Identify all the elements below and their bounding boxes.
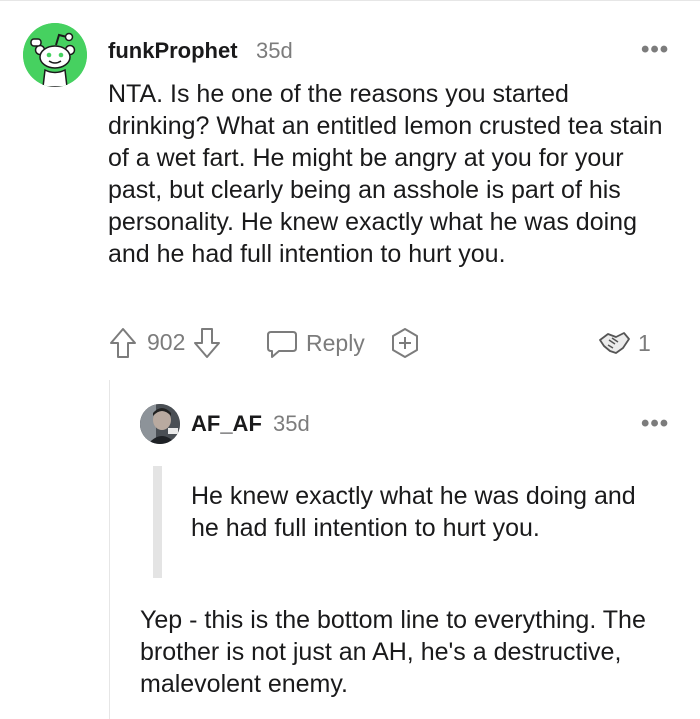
upvote-button[interactable] bbox=[108, 326, 138, 360]
reply-avatar[interactable] bbox=[140, 404, 180, 444]
handshake-award-icon bbox=[599, 332, 630, 354]
thread-line[interactable] bbox=[109, 380, 110, 719]
upvote-arrow-icon bbox=[110, 328, 136, 358]
comment-age: 35d bbox=[256, 38, 293, 63]
comment-username[interactable]: funkProphet bbox=[108, 38, 238, 64]
award-plus-icon bbox=[392, 328, 418, 358]
award-button[interactable] bbox=[388, 326, 422, 360]
reply-quote: He knew exactly what he was doing and he… bbox=[191, 482, 636, 542]
vote-count: 902 bbox=[147, 329, 186, 355]
user-photo-icon bbox=[140, 404, 180, 444]
reply-button[interactable]: Reply bbox=[265, 326, 365, 360]
top-divider bbox=[0, 0, 700, 1]
reddit-snoo-icon bbox=[23, 23, 87, 87]
comment-body: NTA. Is he one of the reasons you starte… bbox=[108, 80, 663, 268]
reply-body: Yep - this is the bottom line to everyth… bbox=[140, 606, 646, 698]
blockquote-bar bbox=[153, 466, 162, 578]
reply-more-options-button[interactable]: ••• bbox=[641, 410, 669, 438]
comment-more-options-button[interactable]: ••• bbox=[641, 36, 669, 64]
comment-action-bar: 902 Reply 1 bbox=[108, 326, 668, 362]
downvote-arrow-icon bbox=[194, 328, 220, 358]
reply-label: Reply bbox=[306, 329, 365, 356]
speech-bubble-icon bbox=[267, 331, 297, 358]
downvote-button[interactable] bbox=[192, 326, 222, 360]
reply-age: 35d bbox=[273, 411, 310, 436]
award-count: 1 bbox=[638, 329, 651, 356]
user-avatar[interactable] bbox=[23, 23, 87, 87]
reply-username[interactable]: AF_AF bbox=[191, 411, 262, 437]
received-award[interactable]: 1 bbox=[596, 326, 651, 360]
